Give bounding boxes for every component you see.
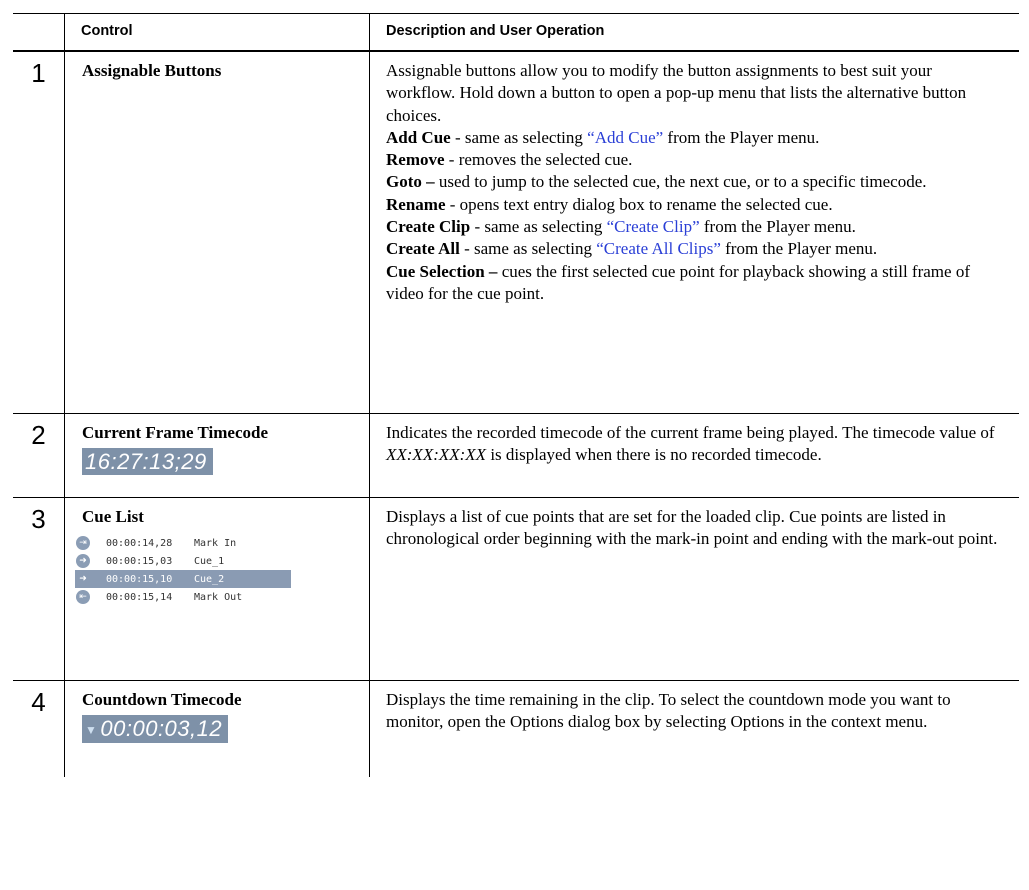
row-number: 4 xyxy=(31,687,46,717)
cue-arrow-icon: ➜ xyxy=(79,574,87,584)
table-row: 4 Countdown Timecode ▼ 00:00:03,12 Displa… xyxy=(13,681,1019,777)
button-item: Cue Selection – cues the first selected … xyxy=(386,261,1005,306)
button-desc: - opens text entry dialog box to rename … xyxy=(445,194,833,214)
control-cell: Countdown Timecode ▼ 00:00:03,12 xyxy=(64,681,369,777)
cue-list-item[interactable]: ➜ 00:00:15,10 Cue_2 xyxy=(75,570,291,588)
countdown-value: 00:00:03,12 xyxy=(100,716,223,741)
cue-list: ⇥ 00:00:14,28 Mark In ➜ 00:00:15,03 Cue_1 ➜ 00:… xyxy=(75,534,291,606)
header-number-cell xyxy=(13,14,64,50)
table-row: 3 Cue List ⇥ 00:00:14,28 Mark In ➜ 00:00:15,… xyxy=(13,498,1019,681)
description-emphasis: XX:XX:XX:XX xyxy=(386,445,487,465)
row-number: 2 xyxy=(31,420,46,450)
button-term: Rename xyxy=(386,194,446,214)
control-title: Assignable Buttons xyxy=(82,61,222,80)
description-cell: Assignable buttons allow you to modify t… xyxy=(369,52,1019,413)
control-cell: Assignable Buttons xyxy=(64,52,369,413)
button-desc: used to jump to the selected cue, the ne… xyxy=(434,172,927,192)
control-cell: Current Frame Timecode 16:27:13;29 xyxy=(64,414,369,497)
control-cell: Cue List ⇥ 00:00:14,28 Mark In ➜ 00:00:15,03… xyxy=(64,498,369,680)
row-number: 3 xyxy=(31,504,46,534)
description-text: Displays a list of cue points that are s… xyxy=(386,507,998,549)
current-frame-timecode-display: 16:27:13;29 xyxy=(82,448,213,475)
controls-table: Control Description and User Operation 1… xyxy=(13,13,1019,777)
button-term: Create All xyxy=(386,239,460,259)
header-control: Control xyxy=(64,14,369,50)
control-title: Current Frame Timecode xyxy=(82,423,269,442)
button-term: Add Cue xyxy=(386,127,451,147)
cue-name: Cue_1 xyxy=(194,555,225,567)
description-intro: Assignable buttons allow you to modify t… xyxy=(386,61,967,125)
button-item: Goto – used to jump to the selected cue,… xyxy=(386,171,1005,193)
button-desc: - same as selecting xyxy=(450,127,588,147)
cue-time: 00:00:14,28 xyxy=(106,537,173,549)
button-term: Cue Selection – xyxy=(386,261,498,281)
button-desc: - same as selecting xyxy=(470,217,607,237)
table-row: 2 Current Frame Timecode 16:27:13;29 Ind… xyxy=(13,414,1019,498)
mark-in-icon: ⇥ xyxy=(76,536,90,550)
button-desc: from the Player menu. xyxy=(720,239,878,259)
cue-time: 00:00:15,14 xyxy=(106,591,173,603)
mark-out-icon: ⇤ xyxy=(76,590,90,604)
cue-list-item[interactable]: ⇤ 00:00:15,14 Mark Out xyxy=(75,588,291,606)
button-desc: - removes the selected cue. xyxy=(444,150,633,170)
row-number: 1 xyxy=(31,58,46,88)
control-title: Cue List xyxy=(82,507,144,526)
description-text: Indicates the recorded timecode of the c… xyxy=(386,422,1005,467)
button-term: Remove xyxy=(386,150,445,170)
button-item: Rename - opens text entry dialog box to … xyxy=(386,194,1005,216)
cue-arrow-icon: ➜ xyxy=(76,554,90,568)
description-cell: Displays a list of cue points that are s… xyxy=(369,498,1019,680)
cue-name: Mark In xyxy=(194,537,237,549)
description-part: Indicates the recorded timecode of the c… xyxy=(386,423,995,442)
button-desc: from the Player menu. xyxy=(663,127,820,147)
countdown-timecode-display: ▼ 00:00:03,12 xyxy=(82,715,229,744)
cue-list-item[interactable]: ⇥ 00:00:14,28 Mark In xyxy=(75,534,291,552)
button-desc: from the Player menu. xyxy=(699,217,856,237)
button-item: Remove - removes the selected cue. xyxy=(386,149,1005,171)
description-cell: Indicates the recorded timecode of the c… xyxy=(369,414,1019,497)
button-desc: - same as selecting xyxy=(459,239,597,259)
cue-time: 00:00:15,10 xyxy=(106,573,173,585)
description-text: Displays the time remaining in the clip.… xyxy=(386,690,951,732)
header-description: Description and User Operation xyxy=(369,14,1019,50)
button-item: Add Cue - same as selecting “Add Cue” fr… xyxy=(386,127,1005,149)
description-cell: Displays the time remaining in the clip.… xyxy=(369,681,1019,777)
cross-reference-link[interactable]: “Create All Clips” xyxy=(596,239,721,258)
description-part: is displayed when there is no recorded t… xyxy=(486,445,822,465)
button-term: Goto – xyxy=(386,172,435,192)
cue-name: Mark Out xyxy=(194,591,243,603)
cue-time: 00:00:15,03 xyxy=(106,555,173,567)
cross-reference-link[interactable]: “Add Cue” xyxy=(587,128,663,147)
cross-reference-link[interactable]: “Create Clip” xyxy=(607,217,700,236)
table-row: 1 Assignable Buttons Assignable buttons … xyxy=(13,52,1019,414)
button-item: Create All - same as selecting “Create A… xyxy=(386,238,1005,260)
table-header: Control Description and User Operation xyxy=(13,14,1019,52)
cue-list-item[interactable]: ➜ 00:00:15,03 Cue_1 xyxy=(75,552,291,570)
countdown-arrow-icon: ▼ xyxy=(85,723,98,738)
control-title: Countdown Timecode xyxy=(82,690,242,709)
cue-name: Cue_2 xyxy=(194,573,225,585)
button-term: Create Clip xyxy=(386,217,471,237)
button-item: Create Clip - same as selecting “Create … xyxy=(386,216,1005,238)
